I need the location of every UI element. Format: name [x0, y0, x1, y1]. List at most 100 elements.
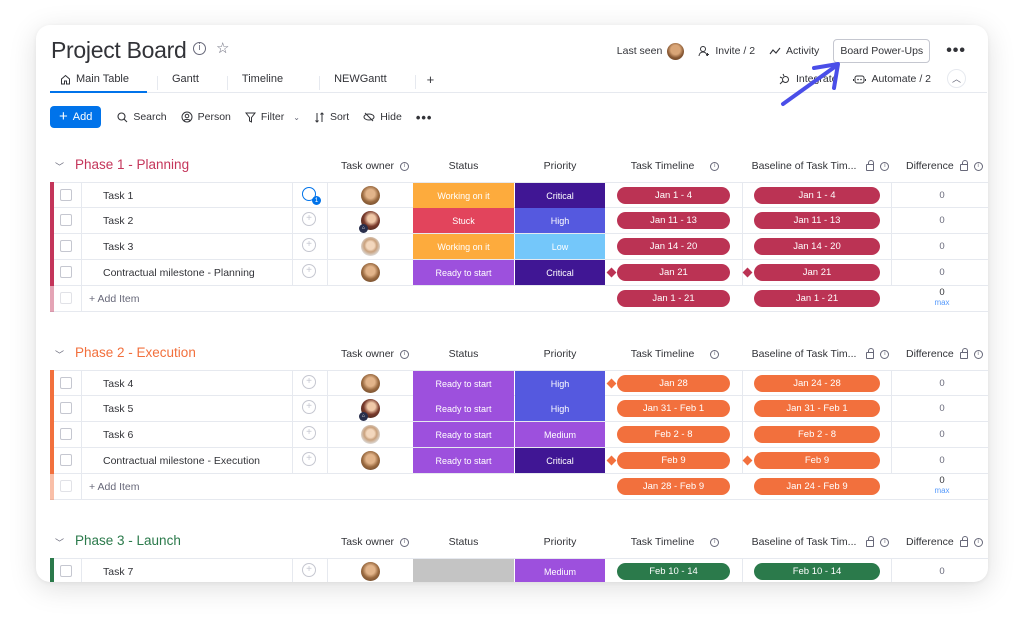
automate-button[interactable]: Automate / 2 [853, 73, 931, 85]
group-title[interactable]: Phase 1 - Planning [75, 157, 189, 172]
priority-cell[interactable]: Medium [515, 559, 605, 582]
board-power-ups-button[interactable]: Board Power-Ups [833, 39, 931, 63]
column-header-difference[interactable]: Difference i [906, 348, 988, 360]
row-checkbox[interactable] [60, 266, 72, 278]
group-title[interactable]: Phase 3 - Launch [75, 533, 181, 548]
info-icon[interactable]: i [880, 161, 890, 171]
add-update-button[interactable]: + [302, 238, 318, 254]
baseline-pill[interactable]: Feb 2 - 8 [754, 426, 880, 443]
column-header-priority[interactable]: Priority [515, 160, 605, 172]
chevron-down-icon[interactable]: ⌄ [293, 113, 300, 122]
column-header-baseline[interactable]: Baseline of Task Tim... i [748, 348, 893, 360]
status-cell[interactable]: Ready to start [413, 371, 514, 396]
chevron-down-icon[interactable]: ﹀ [55, 536, 64, 549]
timeline-pill[interactable]: Feb 9 [617, 452, 730, 469]
tab-newgantt[interactable]: NEWGantt [319, 73, 415, 90]
avatar[interactable] [361, 425, 380, 444]
add-update-button[interactable]: + [302, 400, 318, 416]
status-cell[interactable]: Ready to start [413, 396, 514, 421]
info-icon[interactable]: i [880, 537, 890, 547]
row-checkbox[interactable] [60, 189, 72, 201]
info-icon[interactable]: i [880, 349, 890, 359]
more-options-icon[interactable]: ••• [946, 42, 966, 60]
avatar[interactable] [361, 186, 380, 205]
add-update-button[interactable]: + [302, 375, 318, 391]
table-row[interactable]: Task 5 + ⌂ Ready to start High Jan 31 - … [50, 395, 988, 422]
priority-cell[interactable]: High [515, 371, 605, 396]
status-cell[interactable]: Ready to start [413, 422, 514, 447]
add-item-input[interactable]: + Add Item [89, 293, 140, 305]
column-header-timeline[interactable]: Task Timeline i [610, 160, 740, 172]
row-checkbox[interactable] [60, 402, 72, 414]
add-item-input[interactable]: + Add Item [89, 481, 140, 493]
add-update-button[interactable]: + [302, 264, 318, 280]
row-checkbox[interactable] [60, 214, 72, 226]
info-icon[interactable]: i [710, 161, 720, 171]
priority-cell[interactable]: High [515, 208, 605, 233]
column-header-baseline[interactable]: Baseline of Task Tim... i [748, 160, 893, 172]
item-name[interactable]: Task 4 [103, 378, 133, 390]
activity-button[interactable]: Activity [769, 45, 819, 57]
tab-main-table[interactable]: Main Table [50, 73, 157, 85]
priority-cell[interactable]: High [515, 396, 605, 421]
avatar[interactable]: ⌂ [359, 211, 380, 233]
table-row[interactable]: Contractual milestone - Execution + Read… [50, 447, 988, 474]
priority-cell[interactable]: Critical [515, 448, 605, 473]
priority-cell[interactable]: Critical [515, 183, 605, 208]
chevron-down-icon[interactable]: ﹀ [55, 348, 64, 361]
baseline-pill[interactable]: Jan 24 - 28 [754, 375, 880, 392]
info-icon[interactable]: i [193, 42, 206, 55]
timeline-pill[interactable]: Feb 2 - 8 [617, 426, 730, 443]
filter-button[interactable]: Filter ⌄ [244, 111, 300, 123]
avatar[interactable] [361, 451, 380, 470]
column-header-owner[interactable]: Task owner i [334, 536, 416, 548]
info-icon[interactable]: i [400, 537, 410, 547]
priority-cell[interactable]: Critical [515, 260, 605, 285]
row-checkbox[interactable] [60, 428, 72, 440]
baseline-pill[interactable]: Jan 11 - 13 [754, 212, 880, 229]
status-cell[interactable]: Ready to start [413, 448, 514, 473]
avatar[interactable]: ⌂ [359, 399, 380, 421]
hide-button[interactable]: Hide [363, 111, 402, 123]
item-name[interactable]: Task 2 [103, 215, 133, 227]
baseline-pill[interactable]: Jan 14 - 20 [754, 238, 880, 255]
column-header-owner[interactable]: Task owner i [334, 348, 416, 360]
timeline-pill[interactable]: Jan 14 - 20 [617, 238, 730, 255]
invite-button[interactable]: Invite / 2 [698, 45, 755, 57]
table-row[interactable]: Task 7 + Medium Feb 10 - 14 Feb 10 - 14 … [50, 558, 988, 582]
collapse-header-button[interactable]: ︿ [947, 69, 966, 88]
column-header-priority[interactable]: Priority [515, 536, 605, 548]
priority-cell[interactable]: Medium [515, 422, 605, 447]
column-header-baseline[interactable]: Baseline of Task Tim... i [748, 536, 893, 548]
group-title[interactable]: Phase 2 - Execution [75, 345, 196, 360]
item-name[interactable]: Task 3 [103, 241, 133, 253]
info-icon[interactable]: i [973, 161, 983, 171]
item-name[interactable]: Contractual milestone - Planning [103, 267, 255, 279]
table-row[interactable]: Task 1 1 Working on it Critical Jan 1 - … [50, 182, 988, 209]
status-cell[interactable]: Working on it [413, 183, 514, 208]
table-row[interactable]: Task 6 + Ready to start Medium Feb 2 - 8… [50, 421, 988, 448]
table-row[interactable]: Task 3 + Working on it Low Jan 14 - 20 J… [50, 233, 988, 260]
baseline-pill[interactable]: Jan 1 - 4 [754, 187, 880, 204]
info-icon[interactable]: i [400, 349, 410, 359]
board-title[interactable]: Project Board [51, 37, 187, 64]
last-seen-avatar[interactable] [667, 42, 685, 60]
row-checkbox[interactable] [60, 240, 72, 252]
add-view-button[interactable]: + [414, 72, 445, 89]
summary-function-label[interactable]: max [910, 298, 974, 308]
row-checkbox[interactable] [60, 377, 72, 389]
add-update-button[interactable]: + [302, 563, 318, 579]
info-icon[interactable]: i [710, 349, 720, 359]
table-row[interactable]: Task 2 + ⌂ Stuck High Jan 11 - 13 Jan 11… [50, 207, 988, 234]
star-icon[interactable]: ☆ [216, 41, 229, 56]
summary-function-label[interactable]: max [910, 486, 974, 496]
item-name[interactable]: Task 5 [103, 403, 133, 415]
item-name[interactable]: Task 7 [103, 566, 133, 578]
timeline-pill[interactable]: Jan 11 - 13 [617, 212, 730, 229]
priority-cell[interactable]: Low [515, 234, 605, 259]
column-header-status[interactable]: Status [413, 348, 514, 360]
add-update-button[interactable]: + [302, 212, 318, 228]
timeline-pill[interactable]: Feb 10 - 14 [617, 563, 730, 580]
timeline-pill[interactable]: Jan 31 - Feb 1 [617, 400, 730, 417]
column-header-priority[interactable]: Priority [515, 348, 605, 360]
